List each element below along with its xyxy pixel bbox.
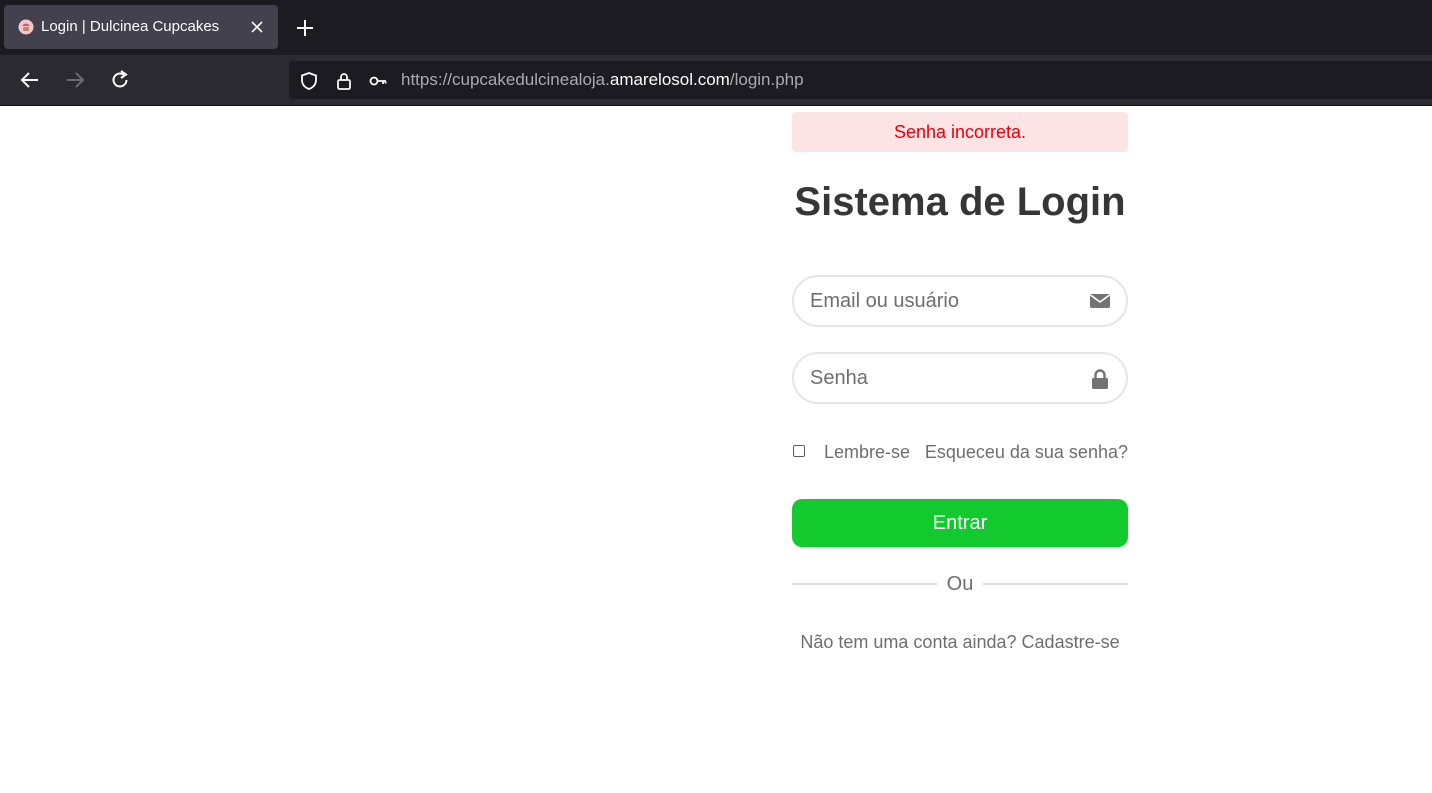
divider-line-right [983, 583, 1128, 585]
email-input[interactable] [810, 277, 1080, 325]
password-input[interactable] [810, 354, 1080, 402]
lock-icon [1092, 369, 1108, 389]
cupcake-icon [18, 19, 34, 35]
divider-text: Ou [946, 573, 974, 595]
forgot-password-link[interactable]: Esqueceu da sua senha? [925, 441, 1128, 463]
divider-line-left [792, 583, 937, 585]
key-icon[interactable] [368, 71, 388, 91]
plus-icon[interactable] [294, 17, 316, 39]
url-text[interactable]: https://cupcakedulcinealoja.amarelosol.c… [401, 61, 804, 99]
password-field [792, 352, 1128, 404]
email-field [792, 275, 1128, 327]
remember-label[interactable]: Lembre-se [824, 441, 910, 463]
lock-icon[interactable] [334, 71, 354, 91]
tab-bar: Login | Dulcinea Cupcakes [0, 0, 1432, 55]
url-domain: amarelosol.com [609, 70, 730, 89]
remember-checkbox[interactable] [793, 445, 805, 457]
login-button[interactable]: Entrar [792, 499, 1128, 547]
signup-link[interactable]: Cadastre-se [1022, 632, 1120, 652]
url-path: /login.php [729, 70, 804, 89]
url-bar[interactable]: https://cupcakedulcinealoja.amarelosol.c… [289, 61, 1432, 99]
envelope-icon [1090, 294, 1110, 308]
signup-prompt: Não tem uma conta ainda? [800, 632, 1017, 652]
error-alert: Senha incorreta. [792, 112, 1128, 152]
arrow-right-icon[interactable] [64, 69, 86, 91]
arrow-left-icon[interactable] [19, 69, 41, 91]
close-icon[interactable] [248, 18, 266, 36]
browser-tab[interactable]: Login | Dulcinea Cupcakes [4, 5, 278, 49]
tab-title: Login | Dulcinea Cupcakes [41, 18, 220, 35]
signup-line: Não tem uma conta ainda? Cadastre-se [792, 630, 1128, 654]
url-prefix: https://cupcakedulcinealoja. [401, 70, 610, 89]
page-title: Sistema de Login [794, 180, 1126, 224]
reload-icon[interactable] [109, 69, 131, 91]
navigation-toolbar: https://cupcakedulcinealoja.amarelosol.c… [0, 55, 1432, 106]
shield-icon[interactable] [299, 71, 319, 91]
